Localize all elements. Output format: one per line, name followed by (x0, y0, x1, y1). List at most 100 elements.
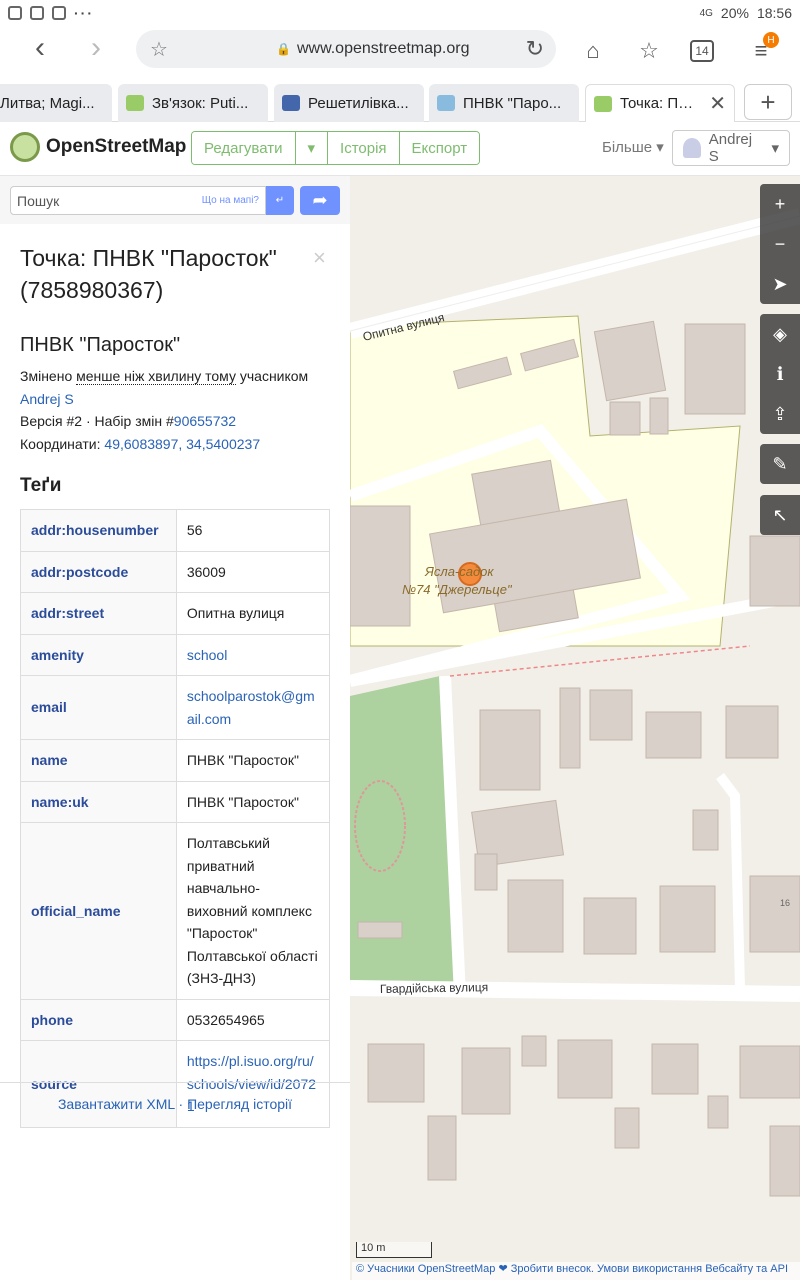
tag-value: ПНВК "Паросток" (175, 739, 331, 782)
directions-button[interactable]: ➦ (300, 186, 340, 215)
share-icon[interactable]: ⇪ (760, 394, 800, 434)
changeset-link[interactable]: 90655732 (174, 413, 236, 429)
page-title: Точка: ПНВК "Паросток" (7858980367) (20, 245, 277, 303)
history-button[interactable]: Історія (328, 132, 400, 164)
table-row: phone 0532654965 (20, 998, 331, 1041)
house-number: 16 (780, 898, 790, 908)
osm-favicon-icon (126, 95, 144, 111)
tag-key[interactable]: email (20, 675, 177, 740)
table-row: amenity school (20, 633, 331, 676)
table-row: name ПНВК "Паросток" (20, 739, 331, 782)
tab-1[interactable]: Литва; Magi... (0, 84, 112, 122)
tag-key[interactable]: addr:postcode (20, 550, 177, 593)
tag-key[interactable]: name (20, 739, 177, 782)
back-button[interactable]: ‹ (14, 26, 66, 70)
tab-3[interactable]: Решетилівка... (274, 84, 424, 122)
tags-heading: Теґи (20, 475, 62, 496)
tab-2[interactable]: Зв'язок: Puti... (118, 84, 268, 122)
edit-button[interactable]: Редагувати (192, 132, 296, 164)
where-is-this-link[interactable]: Що на мапі? (202, 195, 259, 206)
sidebar: Пошук Що на мапі? ↵ ➦ Точка: ПНВК "Парос… (0, 176, 350, 1280)
export-button[interactable]: Експорт (399, 132, 480, 164)
map-layer-controls: ◈ ℹ ⇪ (760, 314, 800, 434)
forward-button[interactable]: › (70, 26, 122, 70)
tag-key[interactable]: addr:street (20, 592, 177, 635)
bookmarks-icon[interactable]: ☆ (634, 36, 664, 66)
close-panel-icon[interactable]: × (313, 245, 326, 271)
map-scale: 10 m (356, 1242, 432, 1258)
tag-value-link[interactable]: schoolparostok@gmail.com (175, 675, 331, 740)
table-row: addr:postcode 36009 (20, 550, 331, 593)
reload-icon[interactable]: ↻ (526, 36, 544, 62)
layers-icon[interactable]: ◈ (760, 314, 800, 354)
edit-dropdown-button[interactable]: ▾ (295, 132, 329, 164)
status-bar: ··· 4G 20% 18:56 (0, 0, 800, 26)
tag-key[interactable]: addr:housenumber (20, 509, 177, 552)
tab-strip: Литва; Magi... Зв'язок: Puti... Решетилі… (0, 82, 800, 122)
address-bar[interactable]: ☆ 🔒 www.openstreetmap.org ↻ (136, 30, 556, 68)
edit-button-group: Редагувати ▾ Історія Експорт (191, 131, 481, 165)
more-menu[interactable]: Більше ▾ (602, 138, 664, 156)
table-row: name:uk ПНВК "Паросток" (20, 780, 331, 823)
feature-panel: Точка: ПНВК "Паросток" (7858980367) ПНВК… (20, 242, 332, 1128)
search-input[interactable]: Пошук Що на мапі? (10, 186, 266, 215)
tag-value-link[interactable]: school (175, 633, 331, 676)
clock: 18:56 (756, 5, 792, 21)
tag-key[interactable]: source (20, 1040, 177, 1128)
tags-table: addr:housenumber 56 addr:postcode 36009 ad… (20, 509, 331, 1128)
footer-links[interactable]: Завантажити XML · Перегляд історії (0, 1096, 350, 1112)
tag-key[interactable]: name:uk (20, 780, 177, 823)
table-row: email schoolparostok@gmail.com (20, 675, 331, 740)
lock-icon: 🔒 (276, 42, 291, 56)
add-note-icon[interactable]: ✎ (760, 444, 800, 484)
table-row: source https://pl.isuo.org/ru/schools/vie… (20, 1040, 331, 1128)
map-query-controls: ↖ (760, 495, 800, 535)
search-submit-button[interactable]: ↵ (266, 186, 294, 215)
zoom-out-button[interactable]: − (760, 224, 800, 264)
divider (0, 1082, 350, 1083)
menu-badge: H (763, 32, 779, 48)
tag-key[interactable]: official_name (20, 822, 177, 1000)
zoom-in-button[interactable]: + (760, 184, 800, 224)
close-tab-icon[interactable]: ✕ (709, 91, 726, 116)
table-row: official_name Полтавський приватний навча… (20, 822, 331, 1000)
tag-key[interactable]: amenity (20, 633, 177, 676)
tag-value: 0532654965 (175, 998, 331, 1041)
coords-link[interactable]: 49,6083897, 34,5400237 (104, 436, 260, 452)
tag-value: ПНВК "Паросток" (175, 780, 331, 823)
user-link[interactable]: Andrej S (20, 391, 74, 407)
app-icon (8, 6, 22, 20)
changed-time: менше ніж хвилину тому (76, 368, 236, 385)
feature-name: ПНВК "Паросток" (20, 334, 181, 356)
query-feature-icon[interactable]: ↖ (760, 495, 800, 535)
table-row: addr:street Опитна вулиця (20, 592, 331, 635)
home-icon[interactable]: ⌂ (578, 36, 608, 66)
tag-value: 36009 (175, 550, 331, 593)
tag-key[interactable]: phone (20, 998, 177, 1041)
map[interactable]: Опитна вулиця Гвардійська вулиця Ясла-са… (350, 176, 800, 1280)
browser-toolbar: ‹ › ☆ 🔒 www.openstreetmap.org ↻ ⌂ ☆ 14 ≡ H (0, 26, 800, 82)
poi-label-1: Ясла-садок (424, 564, 494, 579)
tab-5-active[interactable]: Точка: ПН... ✕ (585, 84, 735, 122)
map-zoom-controls: + − ➤ (760, 184, 800, 304)
locate-icon[interactable]: ➤ (760, 264, 800, 304)
url-text: www.openstreetmap.org (296, 40, 470, 57)
directions-icon: ➦ (312, 190, 328, 210)
menu-icon[interactable]: ≡ H (746, 32, 779, 66)
battery-label: 20% (720, 5, 749, 21)
osm-logo[interactable]: OpenStreetMap (10, 132, 186, 162)
tab-4[interactable]: ПНВК "Паро... (429, 84, 579, 122)
map-canvas: Опитна вулиця Гвардійська вулиця Ясла-са… (350, 208, 800, 1197)
tag-value-link[interactable]: https://pl.isuo.org/ru/schools/view/id/2… (175, 1040, 331, 1128)
search-row: Пошук Що на мапі? ↵ ➦ (0, 176, 350, 224)
poi-label-2: №74 "Джерельце" (402, 582, 513, 597)
user-menu[interactable]: Andrej S ▾ (672, 130, 790, 166)
bookmark-star-icon[interactable]: ☆ (150, 37, 168, 62)
map-attribution[interactable]: © Учасники OpenStreetMap ❤ Зробити внесо… (352, 1262, 800, 1280)
new-tab-button[interactable]: + (744, 84, 792, 120)
osm-logo-icon (10, 132, 40, 162)
tabs-icon[interactable]: 14 (690, 40, 714, 62)
flag-favicon-icon (282, 95, 300, 111)
avatar (683, 138, 701, 158)
info-icon[interactable]: ℹ (760, 354, 800, 394)
